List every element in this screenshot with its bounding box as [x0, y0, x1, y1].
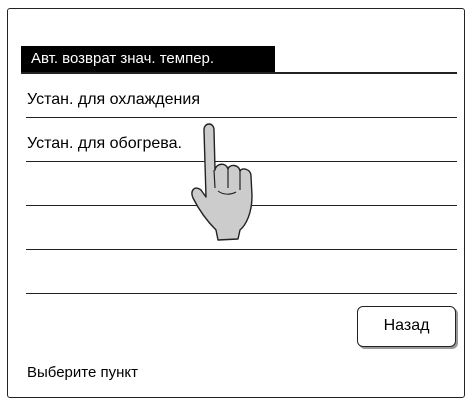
- menu-item-empty-5[interactable]: [26, 250, 457, 294]
- pointing-hand-icon: [191, 123, 253, 241]
- menu-title: Авт. возврат знач. темпер.: [21, 46, 275, 72]
- menu-item-label: Устан. для охлаждения: [27, 91, 200, 108]
- status-prompt: Выберите пункт: [27, 364, 138, 381]
- menu-item-cooling[interactable]: Устан. для охлаждения: [26, 74, 457, 118]
- menu-item-label: Устан. для обогрева.: [27, 135, 182, 152]
- back-button[interactable]: Назад: [357, 306, 456, 347]
